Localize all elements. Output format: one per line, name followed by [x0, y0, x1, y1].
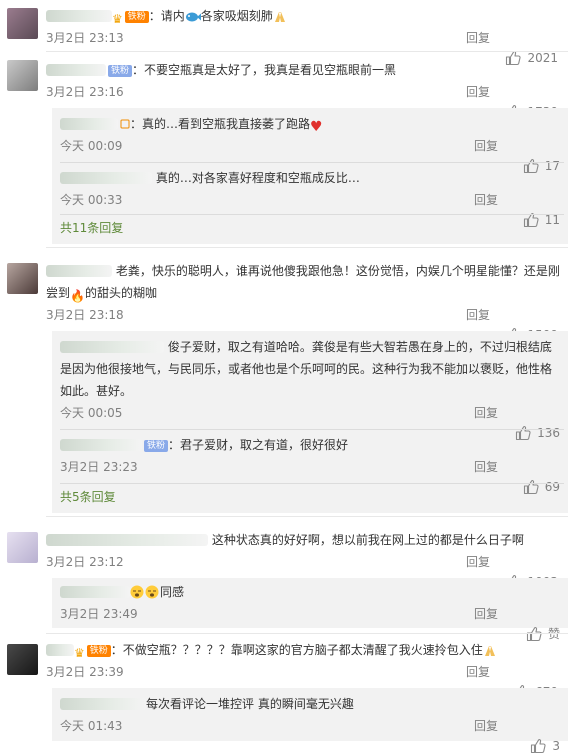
- comment-text-b: 尝到: [46, 286, 71, 300]
- username[interactable]: [60, 439, 142, 451]
- reply-date: 今天 01:43: [60, 719, 123, 733]
- reply-button[interactable]: 回复: [474, 604, 498, 624]
- reply-text-1: 俊子爱财，取之有道哈哈。龚俊是有些大智若愚在身上的，不过归根结底: [167, 340, 552, 354]
- divider: [46, 633, 568, 634]
- divider: [60, 162, 564, 163]
- reply-date: 今天 00:05: [60, 406, 123, 420]
- comment-date: 3月2日 23:13: [46, 31, 124, 45]
- reply-text-2: 是因为他很接地气，与民同乐，或者他也是个乐呵呵的民。这种行为我不能加以褒贬，他性…: [60, 362, 553, 376]
- reply-text: 同感: [160, 585, 185, 599]
- like-button[interactable]: 11: [523, 210, 560, 230]
- comment-date: 3月2日 23:39: [46, 665, 124, 679]
- reply-item: 真的…对各家喜好程度和空瓶成反比…: [60, 168, 560, 188]
- avatar[interactable]: [7, 60, 38, 91]
- reply-button[interactable]: 回复: [466, 552, 490, 572]
- reply-button[interactable]: 回复: [474, 136, 498, 156]
- reply-text: 真的…对各家喜好程度和空瓶成反比…: [155, 171, 360, 185]
- username[interactable]: [60, 172, 152, 184]
- pray-emoji-icon: [273, 9, 287, 29]
- username[interactable]: [60, 118, 118, 130]
- reply-button[interactable]: 回复: [466, 82, 490, 102]
- comment-text: ：不做空瓶？？？？？靠啊这家的官方脑子都太清醒了我火速拎包入住: [110, 643, 483, 657]
- comment-date: 3月2日 23:12: [46, 555, 124, 569]
- like-count: 11: [544, 213, 560, 227]
- avatar[interactable]: [7, 532, 38, 563]
- comment-text: ：请内: [148, 9, 185, 23]
- reply-button[interactable]: 回复: [466, 28, 490, 48]
- comment-1: ♛ 铁粉 ：请内 各家吸烟刻肺 3月2日 23:13 回复 2021: [0, 0, 572, 52]
- reply-button[interactable]: 回复: [474, 403, 498, 423]
- comment-3: 老粪，快乐的聪明人，谁再说他傻我跟他急！这份觉悟，内娱几个明星能懂？还是刚 尝到…: [0, 255, 572, 517]
- reply-box: 同感 3月2日 23:49 回复 赞: [52, 578, 568, 628]
- like-count: 69: [544, 480, 560, 494]
- more-replies-link[interactable]: 共5条回复: [60, 487, 116, 507]
- comment-text: ：不要空瓶真是太好了，我真是看见空瓶眼前一黑: [132, 63, 397, 77]
- username[interactable]: [46, 534, 208, 546]
- fan-badge: 铁粉: [86, 645, 111, 657]
- reply-button[interactable]: 回复: [466, 305, 490, 325]
- reply-date: 3月2日 23:49: [60, 607, 138, 621]
- username[interactable]: [60, 341, 164, 353]
- avatar[interactable]: [7, 644, 38, 675]
- more-replies-link[interactable]: 共11条回复: [60, 218, 123, 238]
- pray-emoji-icon: [483, 643, 497, 663]
- comment-text-2: 各家吸烟刻肺: [200, 9, 273, 23]
- broken-heart-icon: ♥: [310, 119, 323, 135]
- reply-date: 今天 00:33: [60, 193, 123, 207]
- fan-badge: 铁粉: [108, 65, 133, 77]
- divider: [60, 483, 564, 484]
- fire-icon: 🔥: [70, 289, 85, 303]
- like-button[interactable]: 69: [523, 477, 560, 497]
- comment-date: 3月2日 23:18: [46, 308, 124, 322]
- username[interactable]: [60, 586, 130, 598]
- verified-icon: [120, 115, 130, 129]
- username[interactable]: [46, 265, 112, 277]
- reply-button[interactable]: 回复: [474, 190, 498, 210]
- divider: [60, 214, 564, 215]
- reply-button[interactable]: 回复: [466, 662, 490, 682]
- comment-text-c: 的甜头的糊咖: [84, 286, 157, 300]
- avatar[interactable]: [7, 263, 38, 294]
- reply-box: 俊子爱财，取之有道哈哈。龚俊是有些大智若愚在身上的，不过归根结底 是因为他很接地…: [52, 331, 568, 513]
- crown-icon: ♛: [112, 12, 123, 26]
- fan-badge: 铁粉: [144, 440, 169, 452]
- reply-text: 每次看评论一堆控评 真的瞬间毫无兴趣: [146, 697, 354, 711]
- comment-text: 老粪，快乐的聪明人，谁再说他傻我跟他急！这份觉悟，内娱几个明星能懂？还是刚: [115, 264, 560, 278]
- comment-text: 这种状态真的好好啊，想以前我在网上过的都是什么日子啊: [211, 533, 524, 547]
- crown-icon: ♛: [74, 646, 85, 660]
- reply-box: ：真的…看到空瓶我直接萎了跑路♥ 今天 00:09 回复 17 真的…对各家喜好…: [52, 108, 568, 244]
- crying-emoji-icon: [130, 585, 160, 605]
- comment-2: 铁粉：不要空瓶真是太好了，我真是看见空瓶眼前一黑 3月2日 23:16 回复 1…: [0, 52, 572, 248]
- username[interactable]: [60, 698, 146, 710]
- avatar[interactable]: [7, 8, 38, 39]
- divider: [60, 429, 564, 430]
- username[interactable]: [46, 644, 74, 656]
- thumb-up-icon: [523, 479, 539, 495]
- reply-button[interactable]: 回复: [474, 716, 498, 736]
- reply-text: ：真的…看到空瓶我直接萎了跑路: [130, 117, 311, 131]
- fish-emoji-icon: [185, 9, 201, 29]
- reply-item: ：真的…看到空瓶我直接萎了跑路♥: [60, 114, 560, 137]
- username[interactable]: [46, 64, 106, 76]
- thumb-up-icon: [530, 738, 546, 754]
- username[interactable]: [46, 10, 112, 22]
- reply-box: 每次看评论一堆控评 真的瞬间毫无兴趣 今天 01:43 回复 3: [52, 688, 568, 741]
- comment-date: 3月2日 23:16: [46, 85, 124, 99]
- reply-text-3: 如此。甚好。: [60, 384, 133, 398]
- divider: [46, 516, 568, 517]
- like-button[interactable]: 3: [530, 736, 560, 756]
- comment-5: ♛ 铁粉 ：不做空瓶？？？？？靠啊这家的官方脑子都太清醒了我火速拎包入住 3月2日 …: [0, 636, 572, 741]
- reply-text: ：君子爱财，取之有道，很好很好: [168, 438, 349, 452]
- like-count: 3: [552, 739, 560, 753]
- reply-date: 3月2日 23:23: [60, 460, 138, 474]
- reply-date: 今天 00:09: [60, 139, 123, 153]
- divider: [46, 247, 568, 248]
- comment-4: 这种状态真的好好啊，想以前我在网上过的都是什么日子啊 3月2日 23:12 回复…: [0, 524, 572, 634]
- reply-button[interactable]: 回复: [474, 457, 498, 477]
- fan-badge: 铁粉: [124, 11, 149, 23]
